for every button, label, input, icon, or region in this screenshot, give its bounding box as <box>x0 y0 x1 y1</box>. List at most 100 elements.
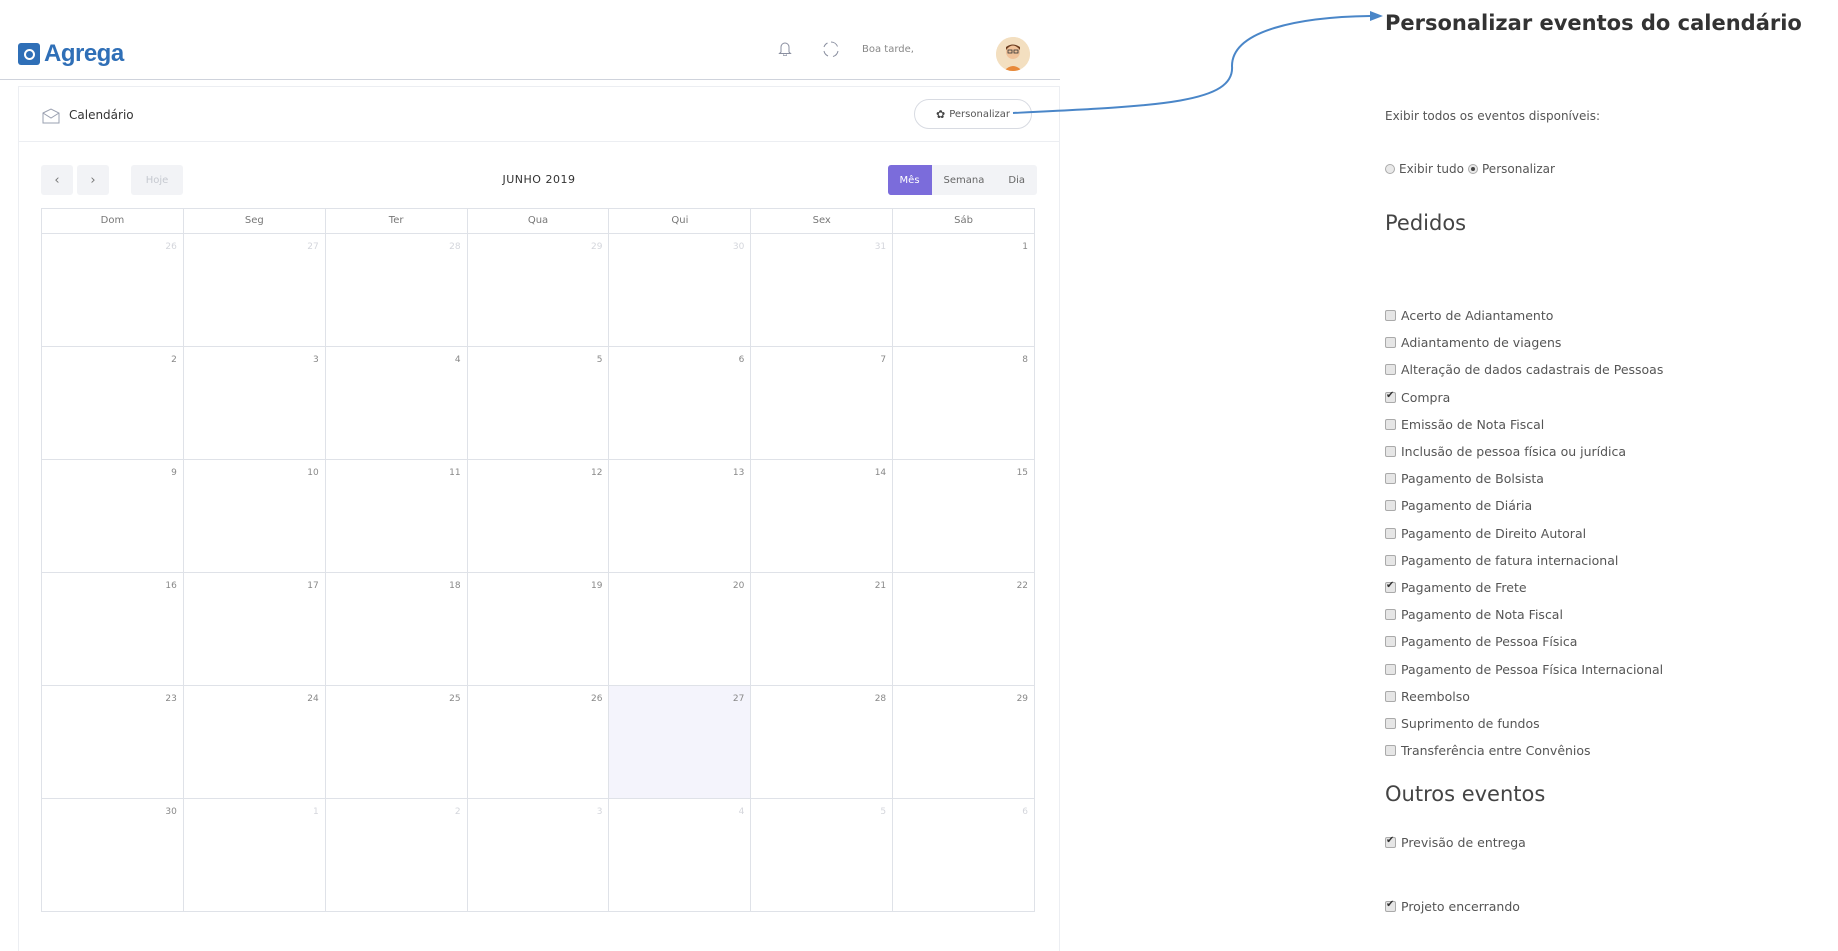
order-checkbox-item[interactable]: Inclusão de pessoa física ou jurídica <box>1385 438 1663 465</box>
order-checkbox-item[interactable]: Emissão de Nota Fiscal <box>1385 411 1663 438</box>
checkbox[interactable] <box>1385 745 1396 757</box>
checkbox[interactable] <box>1385 310 1396 322</box>
radio-0[interactable] <box>1385 164 1395 174</box>
day-cell[interactable]: 17 <box>183 573 326 686</box>
order-checkbox-item[interactable]: Pagamento de fatura internacional <box>1385 547 1663 574</box>
day-cell[interactable]: 29 <box>467 234 610 347</box>
checkbox[interactable] <box>1385 527 1396 539</box>
view-button-0[interactable]: Mês <box>887 165 932 195</box>
day-cell[interactable]: 4 <box>609 799 752 912</box>
next-month-button[interactable]: › <box>77 165 109 195</box>
order-checkbox-item[interactable]: Acerto de Adiantamento <box>1385 302 1663 329</box>
day-cell[interactable]: 27 <box>183 234 326 347</box>
day-cell[interactable]: 5 <box>467 347 610 460</box>
day-cell[interactable]: 16 <box>42 573 184 686</box>
day-cell[interactable]: 26 <box>467 686 610 799</box>
day-cell[interactable]: 6 <box>893 799 1036 912</box>
day-cell[interactable]: 26 <box>42 234 184 347</box>
day-cell[interactable]: 13 <box>609 460 752 573</box>
view-button-2[interactable]: Dia <box>996 165 1037 195</box>
checkbox[interactable] <box>1385 554 1396 566</box>
day-number: 21 <box>874 581 887 591</box>
checkbox[interactable] <box>1385 500 1396 512</box>
bell-icon[interactable] <box>778 41 792 56</box>
day-cell[interactable]: 4 <box>325 347 468 460</box>
day-cell[interactable]: 8 <box>893 347 1036 460</box>
checkbox[interactable] <box>1385 446 1396 458</box>
order-checkbox-item[interactable]: Suprimento de fundos <box>1385 710 1663 737</box>
order-checkbox-item[interactable]: Transferência entre Convênios <box>1385 737 1663 764</box>
day-cell[interactable]: 1 <box>893 234 1036 347</box>
order-checkbox-item[interactable]: Pagamento de Diária <box>1385 492 1663 519</box>
day-cell[interactable]: 9 <box>42 460 184 573</box>
day-cell[interactable]: 22 <box>893 573 1036 686</box>
checkbox[interactable] <box>1385 473 1396 485</box>
day-cell-today[interactable]: 27 <box>609 686 752 799</box>
day-cell[interactable]: 31 <box>751 234 894 347</box>
checkbox[interactable] <box>1385 390 1396 403</box>
order-checkbox-item[interactable]: Pagamento de Pessoa Física Internacional <box>1385 655 1663 682</box>
user-cycle-icon[interactable] <box>822 40 840 58</box>
week-row: 30 1 2 3 4 5 6 <box>42 799 1036 912</box>
day-cell[interactable]: 7 <box>751 347 894 460</box>
day-cell[interactable]: 25 <box>325 686 468 799</box>
personalize-button[interactable]: ✿ Personalizar <box>914 99 1032 129</box>
logo[interactable]: Agrega <box>18 40 124 68</box>
day-cell[interactable]: 30 <box>42 799 184 912</box>
day-cell[interactable]: 6 <box>609 347 752 460</box>
day-cell[interactable]: 21 <box>751 573 894 686</box>
day-cell[interactable]: 30 <box>609 234 752 347</box>
today-button[interactable]: Hoje <box>131 165 183 195</box>
order-checkbox-item[interactable]: Pagamento de Nota Fiscal <box>1385 601 1663 628</box>
other-event-checkbox-item[interactable]: Previsão de entrega <box>1385 835 1526 850</box>
day-cell[interactable]: 15 <box>893 460 1036 573</box>
day-cell[interactable]: 18 <box>325 573 468 686</box>
checkbox[interactable] <box>1385 663 1396 675</box>
day-cell[interactable]: 12 <box>467 460 610 573</box>
day-cell[interactable]: 1 <box>183 799 326 912</box>
checkbox[interactable] <box>1385 717 1396 729</box>
day-cell[interactable]: 29 <box>893 686 1036 799</box>
order-checkbox-item[interactable]: Pagamento de Pessoa Física <box>1385 628 1663 655</box>
view-button-1[interactable]: Semana <box>931 165 997 195</box>
day-cell[interactable]: 2 <box>42 347 184 460</box>
day-cell[interactable]: 19 <box>467 573 610 686</box>
checkbox[interactable] <box>1385 337 1396 349</box>
checkbox[interactable] <box>1385 899 1396 912</box>
day-cell[interactable]: 24 <box>183 686 326 799</box>
checkbox[interactable] <box>1385 636 1396 648</box>
order-checkbox-item[interactable]: Alteração de dados cadastrais de Pessoas <box>1385 356 1663 383</box>
panel-title: Personalizar eventos do calendário <box>1385 11 1802 35</box>
checkbox[interactable] <box>1385 364 1396 376</box>
calendar-card: Calendário ✿ Personalizar ‹ › Hoje JUNHO… <box>18 86 1060 951</box>
order-checkbox-item[interactable]: Reembolso <box>1385 683 1663 710</box>
checkbox[interactable] <box>1385 690 1396 702</box>
day-cell[interactable]: 20 <box>609 573 752 686</box>
day-cell[interactable]: 14 <box>751 460 894 573</box>
order-checkbox-item[interactable]: Pagamento de Direito Autoral <box>1385 520 1663 547</box>
day-cell[interactable]: 2 <box>325 799 468 912</box>
personalize-label: Personalizar <box>949 108 1010 120</box>
checkbox[interactable] <box>1385 835 1396 848</box>
avatar[interactable] <box>996 37 1030 71</box>
day-cell[interactable]: 10 <box>183 460 326 573</box>
other-event-checkbox-item[interactable]: Projeto encerrando <box>1385 899 1520 914</box>
chevron-left-icon: ‹ <box>54 172 60 188</box>
day-cell[interactable]: 3 <box>467 799 610 912</box>
prev-month-button[interactable]: ‹ <box>41 165 73 195</box>
day-cell[interactable]: 5 <box>751 799 894 912</box>
radio-1[interactable] <box>1468 164 1478 174</box>
order-checkbox-item[interactable]: Pagamento de Bolsista <box>1385 465 1663 492</box>
order-checkbox-item[interactable]: Adiantamento de viagens <box>1385 329 1663 356</box>
checkbox[interactable] <box>1385 418 1396 430</box>
day-cell[interactable]: 3 <box>183 347 326 460</box>
day-cell[interactable]: 11 <box>325 460 468 573</box>
day-cell[interactable]: 23 <box>42 686 184 799</box>
day-number: 30 <box>732 242 745 252</box>
order-checkbox-item[interactable]: Compra <box>1385 384 1663 411</box>
checkbox[interactable] <box>1385 580 1396 593</box>
checkbox[interactable] <box>1385 609 1396 621</box>
order-checkbox-item[interactable]: Pagamento de Frete <box>1385 574 1663 601</box>
day-cell[interactable]: 28 <box>325 234 468 347</box>
day-cell[interactable]: 28 <box>751 686 894 799</box>
